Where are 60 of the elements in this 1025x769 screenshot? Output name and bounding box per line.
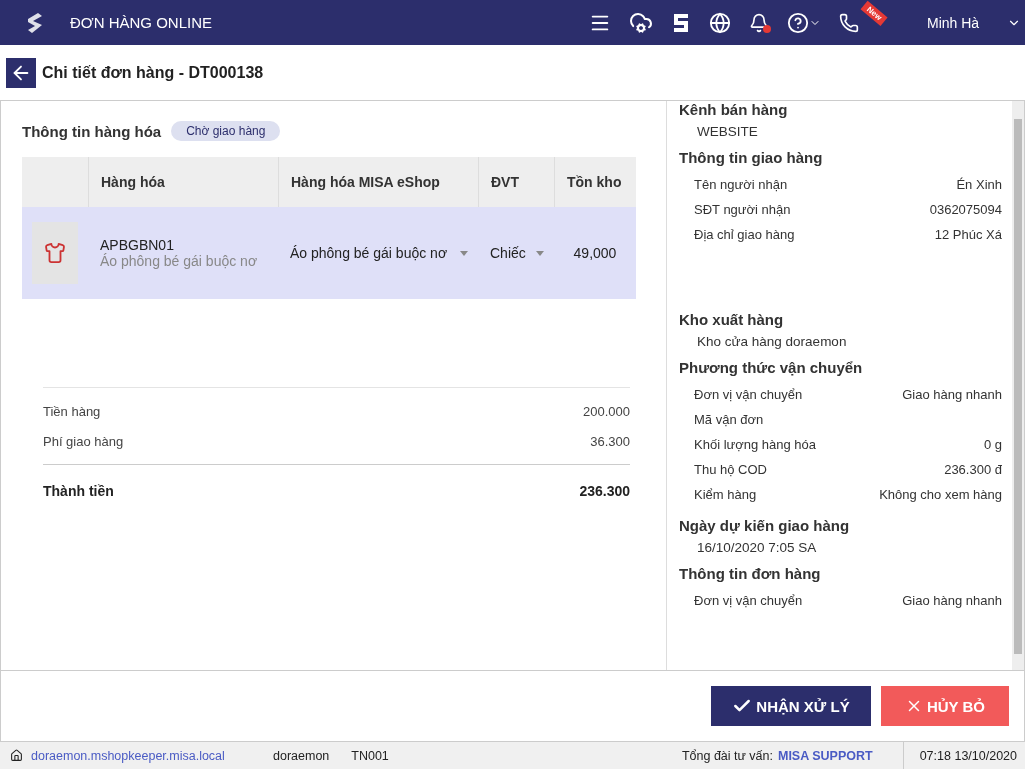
detail-section-title: Kênh bán hàng bbox=[679, 101, 789, 118]
support-link[interactable]: MISA SUPPORT bbox=[778, 748, 873, 763]
phone-icon[interactable] bbox=[838, 12, 859, 33]
notification-icon[interactable] bbox=[748, 12, 769, 33]
date-time: 07:18 13/10/2020 bbox=[902, 742, 1025, 769]
total-label: Thành tiền bbox=[43, 483, 114, 499]
store-name: doraemon bbox=[273, 748, 330, 763]
field-value: Én Xinh bbox=[956, 177, 1002, 192]
product-select[interactable]: Áo phông bé gái buộc nơ bbox=[290, 245, 478, 261]
unit-select[interactable]: Chiếc bbox=[490, 245, 554, 261]
field-value: Giao hàng nhanh bbox=[902, 593, 1002, 608]
accept-button[interactable]: NHẬN XỬ LÝ bbox=[711, 686, 871, 726]
table-row[interactable]: APBGBN01 Áo phông bé gái buộc nơ Áo phông bé gái buộc nơ Chiếc 49,000 bbox=[22, 207, 636, 299]
detail-text: WEBSITE bbox=[696, 124, 759, 139]
detail-section-title: Phương thức vận chuyển bbox=[679, 359, 864, 376]
field-value: 0 g bbox=[983, 437, 1002, 452]
detail-section-title: Thông tin đơn hàng bbox=[679, 565, 822, 582]
caret-icon bbox=[536, 250, 544, 256]
field-label: Địa chỉ giao hàng bbox=[694, 227, 795, 242]
summary-value: 200.000 bbox=[583, 403, 630, 419]
detail-text: 16/10/2020 7:05 SA bbox=[696, 540, 818, 555]
detail-section-title: Thông tin giao hàng bbox=[679, 149, 824, 166]
summary-label: Tiền hàng bbox=[43, 403, 101, 419]
summary-value: 36.300 bbox=[590, 433, 630, 449]
page-title: Chi tiết đơn hàng - DT000138 bbox=[42, 63, 264, 82]
product-code: APBGBN01 bbox=[100, 237, 175, 253]
field-value: Không cho xem hàng bbox=[879, 487, 1002, 502]
hotline-label: Tổng đài tư vấn: bbox=[681, 748, 773, 763]
detail-section-title: Ngày dự kiến giao hàng bbox=[679, 517, 851, 534]
help-icon[interactable] bbox=[786, 11, 821, 34]
field-value: 12 Phúc Xá bbox=[934, 227, 1002, 242]
user-name[interactable]: Minh Hà bbox=[927, 14, 1007, 31]
field-label: Thu hộ COD bbox=[694, 462, 767, 477]
field-label: Tên người nhận bbox=[694, 177, 788, 192]
field-label: Khối lượng hàng hóa bbox=[694, 437, 817, 452]
status-badge: Chờ giao hàng bbox=[171, 121, 281, 141]
field-value: 236.300 đ bbox=[944, 462, 1002, 477]
field-value: 0362075094 bbox=[929, 202, 1002, 217]
product-name: Áo phông bé gái buộc nơ bbox=[100, 253, 259, 269]
total-value: 236.300 bbox=[579, 483, 630, 499]
branch-code: TN001 bbox=[351, 748, 389, 763]
site-link[interactable]: doraemon.mshopkeeper.misa.local bbox=[31, 748, 251, 763]
app-title: ĐƠN HÀNG ONLINE bbox=[70, 14, 213, 31]
field-label: SĐT người nhận bbox=[694, 202, 791, 217]
field-label: Đơn vị vận chuyển bbox=[694, 593, 803, 608]
globe-icon[interactable] bbox=[708, 11, 731, 34]
field-value: Giao hàng nhanh bbox=[902, 387, 1002, 402]
detail-text: Kho cửa hàng doraemon bbox=[696, 334, 848, 349]
photo-placeholder bbox=[32, 222, 78, 284]
caret-icon bbox=[460, 250, 468, 256]
field-label: Đơn vị vận chuyển bbox=[694, 387, 803, 402]
field-label: Mã vận đơn bbox=[694, 412, 764, 427]
detail-section-title: Kho xuất hàng bbox=[679, 311, 785, 328]
back-button[interactable] bbox=[6, 57, 36, 88]
section-title: Thông tin hàng hóa bbox=[22, 122, 162, 140]
stock-cell-text: 49,000 bbox=[572, 245, 618, 261]
summary-label: Phí giao hàng bbox=[43, 433, 124, 449]
scrollbar[interactable] bbox=[1012, 101, 1024, 670]
home-icon[interactable] bbox=[10, 749, 23, 762]
field-label: Kiểm hàng bbox=[694, 487, 757, 502]
